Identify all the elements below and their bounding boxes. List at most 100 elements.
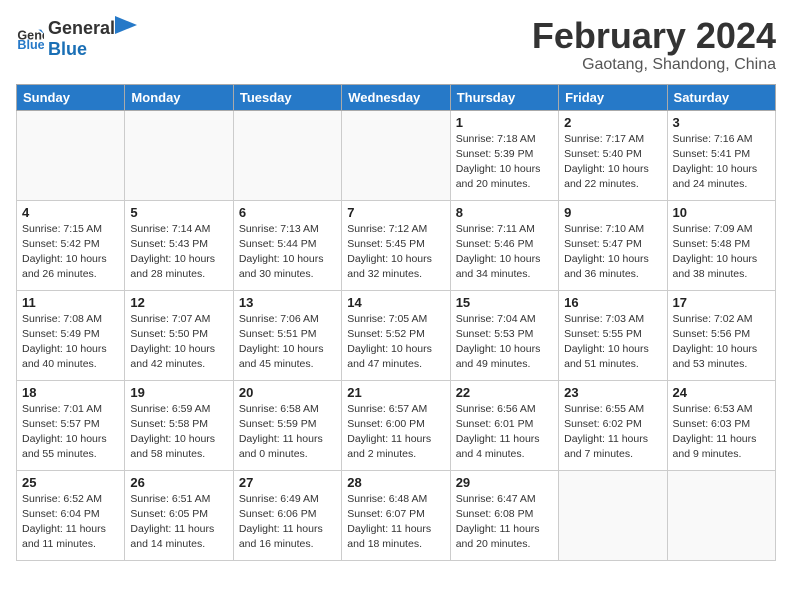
day-cell: 11 Sunrise: 7:08 AM Sunset: 5:49 PM Dayli… xyxy=(17,290,125,380)
day-info: Sunrise: 7:15 AM Sunset: 5:42 PM Dayligh… xyxy=(22,222,119,283)
day-info: Sunrise: 6:57 AM Sunset: 6:00 PM Dayligh… xyxy=(347,402,444,463)
day-info: Sunrise: 6:53 AM Sunset: 6:03 PM Dayligh… xyxy=(673,402,770,463)
header: General Blue General Blue February 2024 … xyxy=(16,16,776,74)
day-cell: 5Sunrise: 7:14 AM Sunset: 5:43 PM Daylig… xyxy=(125,200,233,290)
col-header-monday: Monday xyxy=(125,84,233,110)
col-header-friday: Friday xyxy=(559,84,667,110)
day-info: Sunrise: 6:49 AM Sunset: 6:06 PM Dayligh… xyxy=(239,492,336,553)
day-info: Sunrise: 7:09 AM Sunset: 5:48 PM Dayligh… xyxy=(673,222,770,283)
day-info: Sunrise: 7:01 AM Sunset: 5:57 PM Dayligh… xyxy=(22,402,119,463)
day-cell: 16 Sunrise: 7:03 AM Sunset: 5:55 PM Dayli… xyxy=(559,290,667,380)
col-header-wednesday: Wednesday xyxy=(342,84,450,110)
calendar-subtitle: Gaotang, Shandong, China xyxy=(532,56,776,74)
day-number: 22 xyxy=(456,385,553,400)
logo-icon: General Blue xyxy=(16,24,44,52)
day-info: Sunrise: 6:55 AM Sunset: 6:02 PM Dayligh… xyxy=(564,402,661,463)
day-info: Sunrise: 6:48 AM Sunset: 6:07 PM Dayligh… xyxy=(347,492,444,553)
day-number: 27 xyxy=(239,475,336,490)
day-cell xyxy=(125,110,233,200)
day-info: Sunrise: 6:51 AM Sunset: 6:05 PM Dayligh… xyxy=(130,492,227,553)
day-cell: 6Sunrise: 7:13 AM Sunset: 5:44 PM Daylig… xyxy=(233,200,341,290)
day-cell: 13 Sunrise: 7:06 AM Sunset: 5:51 PM Dayli… xyxy=(233,290,341,380)
day-cell: 12 Sunrise: 7:07 AM Sunset: 5:50 PM Dayli… xyxy=(125,290,233,380)
week-row-4: 18 Sunrise: 7:01 AM Sunset: 5:57 PM Dayli… xyxy=(17,380,776,470)
day-cell: 29Sunrise: 6:47 AM Sunset: 6:08 PM Dayli… xyxy=(450,470,558,560)
day-cell: 9Sunrise: 7:10 AM Sunset: 5:47 PM Daylig… xyxy=(559,200,667,290)
day-info: Sunrise: 6:59 AM Sunset: 5:58 PM Dayligh… xyxy=(130,402,227,463)
day-number: 12 xyxy=(130,295,227,310)
day-cell: 20Sunrise: 6:58 AM Sunset: 5:59 PM Dayli… xyxy=(233,380,341,470)
day-cell: 14 Sunrise: 7:05 AM Sunset: 5:52 PM Dayli… xyxy=(342,290,450,380)
day-cell: 25 Sunrise: 6:52 AM Sunset: 6:04 PM Dayli… xyxy=(17,470,125,560)
day-number: 14 xyxy=(347,295,444,310)
day-number: 3 xyxy=(673,115,770,130)
day-cell: 21 Sunrise: 6:57 AM Sunset: 6:00 PM Dayli… xyxy=(342,380,450,470)
day-cell: 26 Sunrise: 6:51 AM Sunset: 6:05 PM Dayli… xyxy=(125,470,233,560)
week-row-5: 25 Sunrise: 6:52 AM Sunset: 6:04 PM Dayli… xyxy=(17,470,776,560)
day-cell xyxy=(342,110,450,200)
day-cell: 22 Sunrise: 6:56 AM Sunset: 6:01 PM Dayli… xyxy=(450,380,558,470)
week-row-1: 1Sunrise: 7:18 AM Sunset: 5:39 PM Daylig… xyxy=(17,110,776,200)
day-cell: 3 Sunrise: 7:16 AM Sunset: 5:41 PM Daylig… xyxy=(667,110,775,200)
day-cell xyxy=(667,470,775,560)
day-number: 7 xyxy=(347,205,444,220)
day-number: 8 xyxy=(456,205,553,220)
day-number: 9 xyxy=(564,205,661,220)
day-info: Sunrise: 7:11 AM Sunset: 5:46 PM Dayligh… xyxy=(456,222,553,283)
day-cell: 17Sunrise: 7:02 AM Sunset: 5:56 PM Dayli… xyxy=(667,290,775,380)
day-number: 21 xyxy=(347,385,444,400)
day-number: 23 xyxy=(564,385,661,400)
day-cell: 15Sunrise: 7:04 AM Sunset: 5:53 PM Dayli… xyxy=(450,290,558,380)
day-cell xyxy=(17,110,125,200)
day-info: Sunrise: 6:47 AM Sunset: 6:08 PM Dayligh… xyxy=(456,492,553,553)
day-cell: 24Sunrise: 6:53 AM Sunset: 6:03 PM Dayli… xyxy=(667,380,775,470)
day-cell: 23 Sunrise: 6:55 AM Sunset: 6:02 PM Dayli… xyxy=(559,380,667,470)
svg-text:Blue: Blue xyxy=(17,38,44,52)
day-cell: 10 Sunrise: 7:09 AM Sunset: 5:48 PM Dayli… xyxy=(667,200,775,290)
logo-general-text: General xyxy=(48,18,115,39)
day-number: 2 xyxy=(564,115,661,130)
day-cell: 2 Sunrise: 7:17 AM Sunset: 5:40 PM Daylig… xyxy=(559,110,667,200)
week-row-2: 4 Sunrise: 7:15 AM Sunset: 5:42 PM Daylig… xyxy=(17,200,776,290)
day-number: 25 xyxy=(22,475,119,490)
calendar-table: SundayMondayTuesdayWednesdayThursdayFrid… xyxy=(16,84,776,561)
day-cell: 7 Sunrise: 7:12 AM Sunset: 5:45 PM Daylig… xyxy=(342,200,450,290)
col-header-tuesday: Tuesday xyxy=(233,84,341,110)
day-number: 18 xyxy=(22,385,119,400)
day-number: 16 xyxy=(564,295,661,310)
day-info: Sunrise: 7:13 AM Sunset: 5:44 PM Dayligh… xyxy=(239,222,336,283)
calendar-title: February 2024 xyxy=(532,16,776,56)
day-number: 4 xyxy=(22,205,119,220)
day-cell xyxy=(559,470,667,560)
day-cell: 1Sunrise: 7:18 AM Sunset: 5:39 PM Daylig… xyxy=(450,110,558,200)
day-info: Sunrise: 7:02 AM Sunset: 5:56 PM Dayligh… xyxy=(673,312,770,373)
day-number: 5 xyxy=(130,205,227,220)
day-cell: 27 Sunrise: 6:49 AM Sunset: 6:06 PM Dayli… xyxy=(233,470,341,560)
day-number: 15 xyxy=(456,295,553,310)
day-cell: 4 Sunrise: 7:15 AM Sunset: 5:42 PM Daylig… xyxy=(17,200,125,290)
col-header-thursday: Thursday xyxy=(450,84,558,110)
logo: General Blue General Blue xyxy=(16,16,137,60)
day-info: Sunrise: 7:08 AM Sunset: 5:49 PM Dayligh… xyxy=(22,312,119,373)
header-row: SundayMondayTuesdayWednesdayThursdayFrid… xyxy=(17,84,776,110)
day-info: Sunrise: 7:03 AM Sunset: 5:55 PM Dayligh… xyxy=(564,312,661,373)
day-info: Sunrise: 7:05 AM Sunset: 5:52 PM Dayligh… xyxy=(347,312,444,373)
day-info: Sunrise: 6:56 AM Sunset: 6:01 PM Dayligh… xyxy=(456,402,553,463)
day-info: Sunrise: 7:16 AM Sunset: 5:41 PM Dayligh… xyxy=(673,132,770,193)
day-info: Sunrise: 6:58 AM Sunset: 5:59 PM Dayligh… xyxy=(239,402,336,463)
title-area: February 2024 Gaotang, Shandong, China xyxy=(532,16,776,74)
day-number: 19 xyxy=(130,385,227,400)
day-cell: 8 Sunrise: 7:11 AM Sunset: 5:46 PM Daylig… xyxy=(450,200,558,290)
day-number: 11 xyxy=(22,295,119,310)
day-number: 26 xyxy=(130,475,227,490)
day-info: Sunrise: 7:06 AM Sunset: 5:51 PM Dayligh… xyxy=(239,312,336,373)
day-info: Sunrise: 7:07 AM Sunset: 5:50 PM Dayligh… xyxy=(130,312,227,373)
day-info: Sunrise: 7:12 AM Sunset: 5:45 PM Dayligh… xyxy=(347,222,444,283)
day-number: 10 xyxy=(673,205,770,220)
day-number: 13 xyxy=(239,295,336,310)
day-info: Sunrise: 6:52 AM Sunset: 6:04 PM Dayligh… xyxy=(22,492,119,553)
day-number: 28 xyxy=(347,475,444,490)
day-cell xyxy=(233,110,341,200)
day-info: Sunrise: 7:17 AM Sunset: 5:40 PM Dayligh… xyxy=(564,132,661,193)
logo-blue-text: Blue xyxy=(48,39,87,59)
